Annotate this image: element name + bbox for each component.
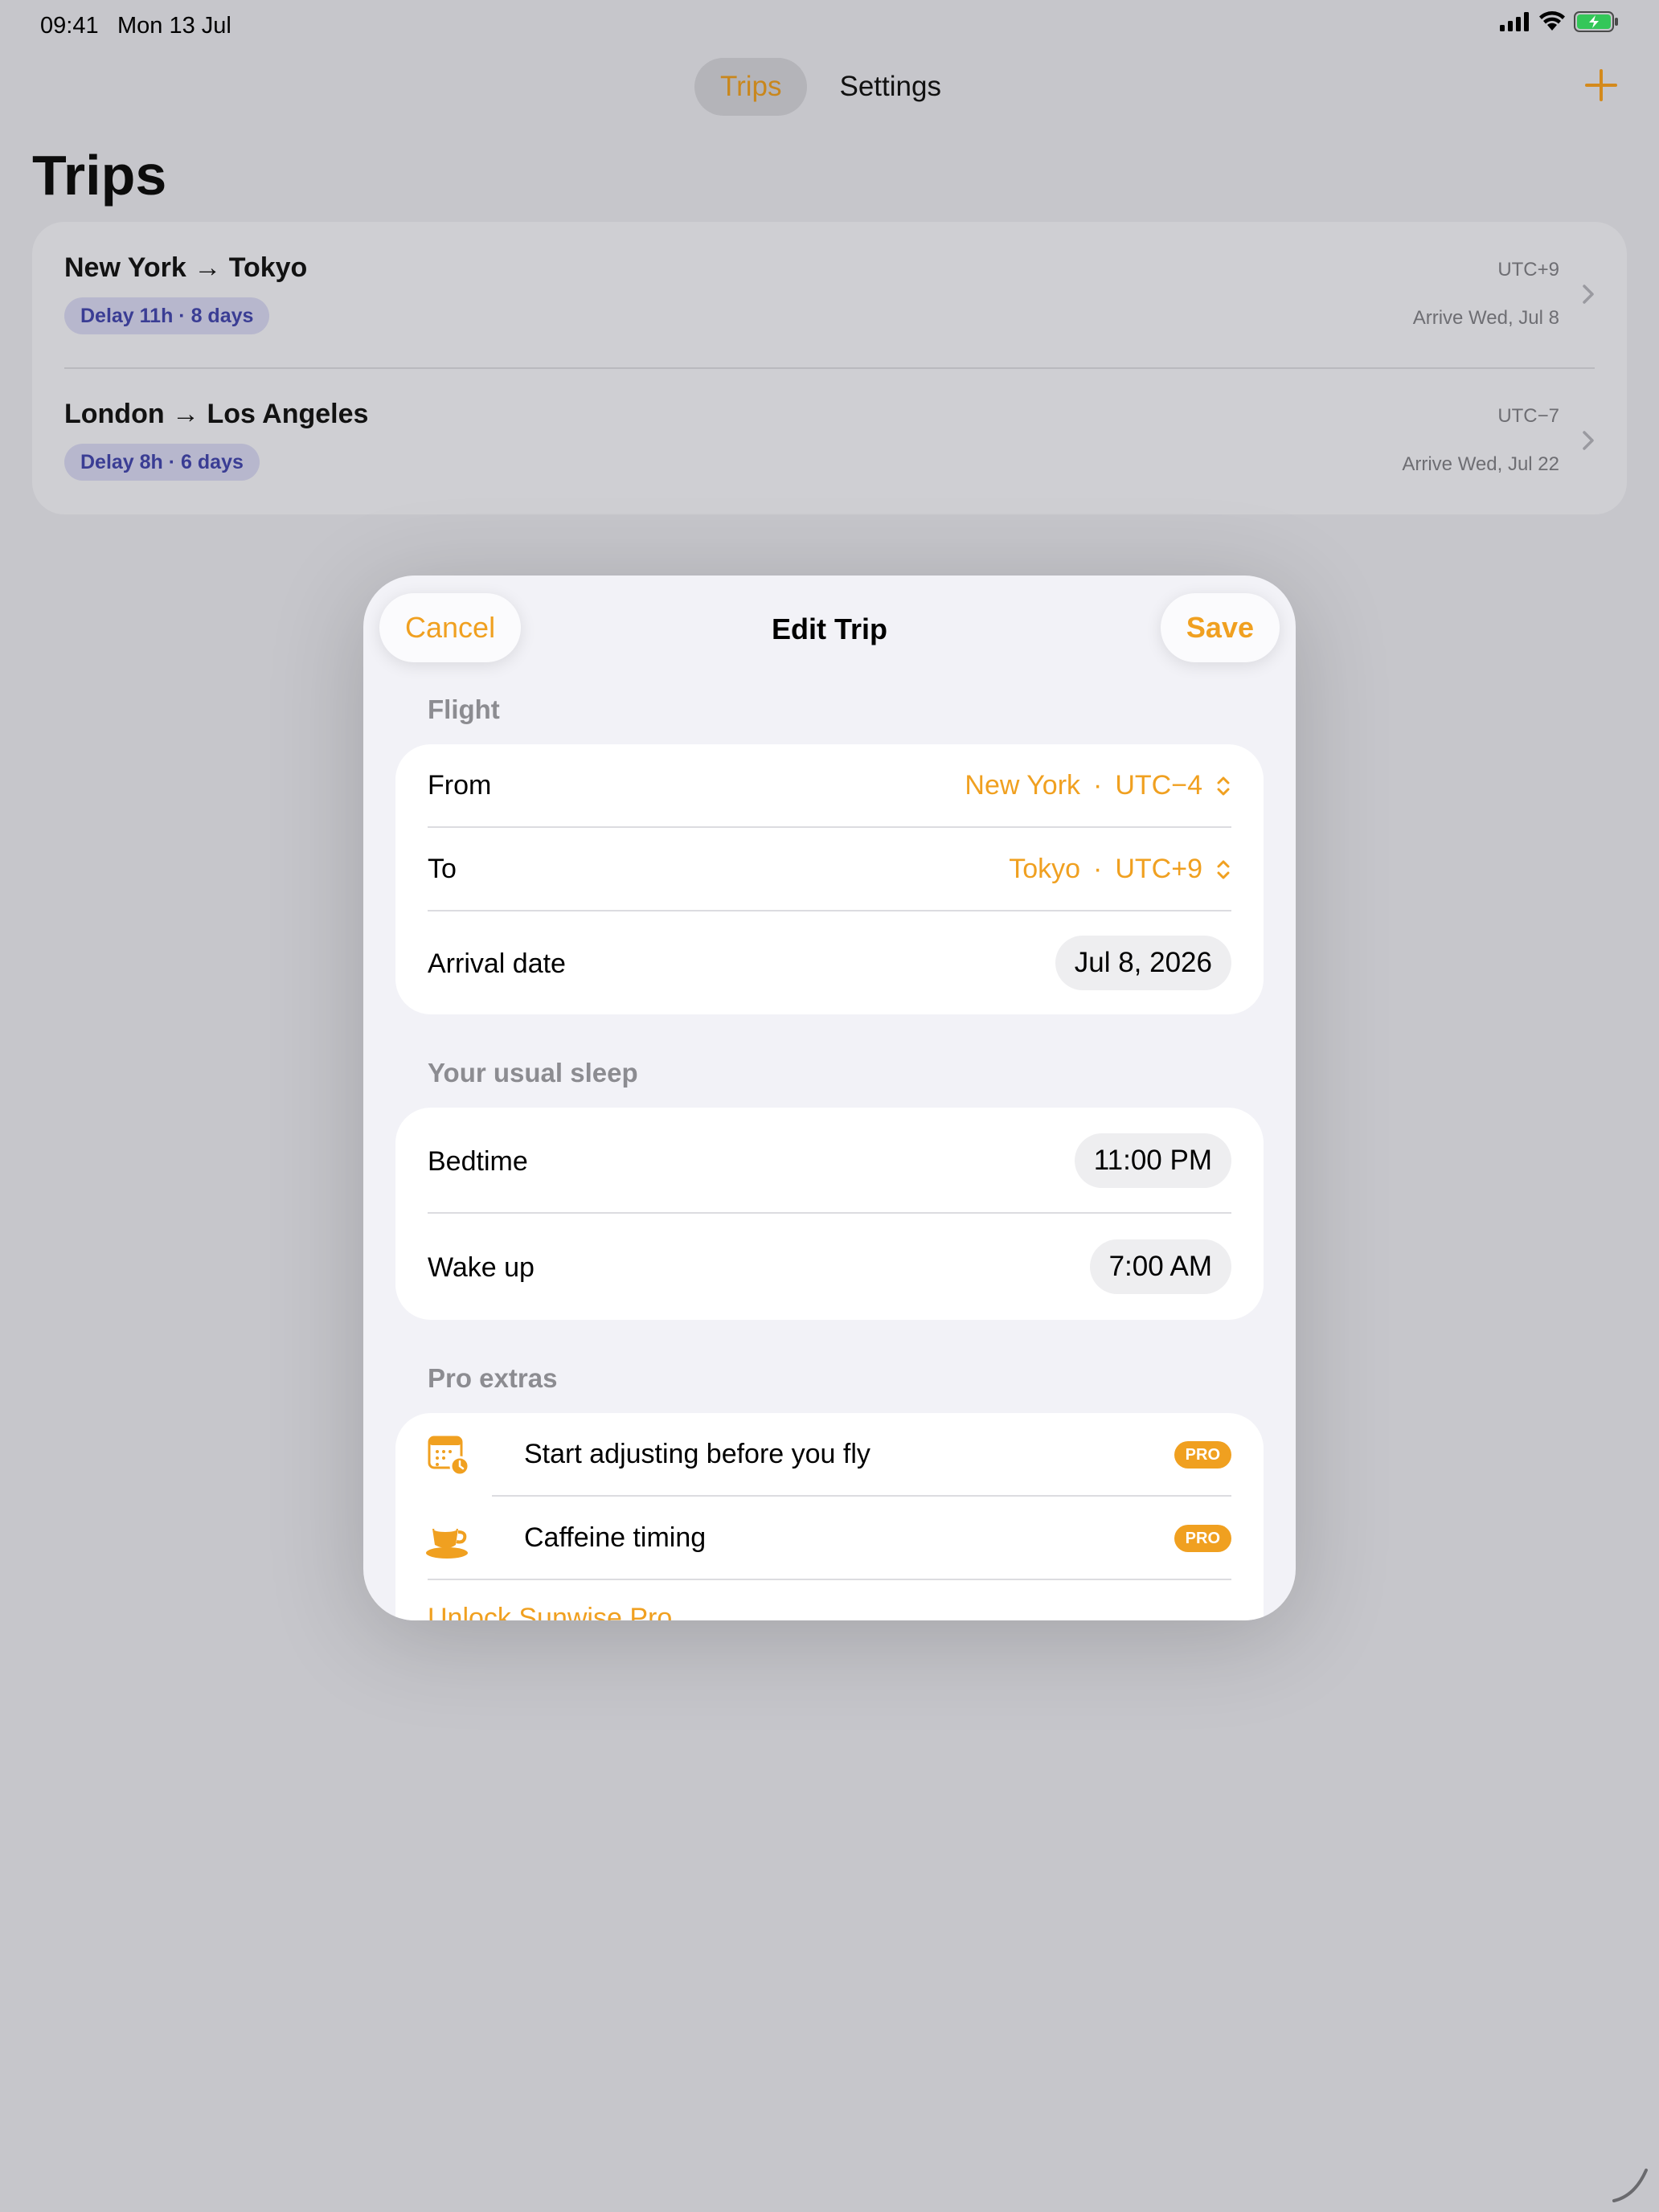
pencil-scribble-icon	[1612, 2169, 1648, 2202]
arrival-date-row: Arrival date Jul 8, 2026	[395, 911, 1264, 1014]
from-row[interactable]: From New York · UTC−4	[395, 744, 1264, 828]
trip-arrive: Arrive Wed, Jul 22	[1402, 453, 1559, 475]
pro-badge: PRO	[1174, 1525, 1231, 1552]
flight-card: From New York · UTC−4 To Tokyo · UTC+9 A…	[395, 744, 1264, 1014]
to-row[interactable]: To Tokyo · UTC+9	[395, 828, 1264, 911]
separator-dot: ·	[1093, 854, 1103, 884]
chevron-up-down-icon	[1217, 776, 1230, 795]
wake-up-row: Wake up 7:00 AM	[395, 1214, 1264, 1320]
trip-utc: UTC−7	[1497, 405, 1559, 427]
divider	[428, 1579, 1231, 1580]
status-bar: 09:41 Mon 13 Jul	[0, 0, 1659, 51]
section-label-sleep: Your usual sleep	[428, 1058, 638, 1088]
section-label-pro: Pro extras	[428, 1363, 558, 1393]
pro-row-start-adjusting[interactable]: Start adjusting before you fly PRO	[395, 1413, 1264, 1497]
to-label: To	[428, 854, 457, 884]
sleep-card: Bedtime 11:00 PM Wake up 7:00 AM	[395, 1108, 1264, 1320]
status-date: Mon 13 Jul	[117, 13, 231, 39]
pro-row-caffeine[interactable]: Caffeine timing PRO	[395, 1497, 1264, 1580]
sheet-title: Edit Trip	[772, 612, 887, 645]
page-title: Trips	[32, 144, 167, 207]
tab-trips[interactable]: Trips	[694, 58, 808, 116]
to-city: Tokyo	[1009, 854, 1081, 884]
chevron-right-icon	[1583, 431, 1594, 450]
pro-card: Start adjusting before you fly PRO Caffe…	[395, 1413, 1264, 1620]
save-button[interactable]: Save	[1160, 593, 1280, 662]
to-utc: UTC+9	[1115, 854, 1202, 884]
bedtime-picker[interactable]: 11:00 PM	[1074, 1133, 1231, 1188]
unlock-pro-link[interactable]: Unlock Sunwise Pro	[428, 1603, 672, 1620]
wake-up-picker[interactable]: 7:00 AM	[1089, 1239, 1231, 1294]
wifi-icon	[1539, 11, 1565, 31]
bedtime-label: Bedtime	[428, 1146, 528, 1177]
tab-settings[interactable]: Settings	[813, 58, 966, 116]
top-tab-bar: Trips Settings	[694, 58, 967, 116]
from-city: New York	[965, 770, 1081, 801]
trip-row[interactable]: London → Los Angeles Delay 8h · 6 days U…	[32, 368, 1627, 514]
chevron-up-down-icon	[1217, 860, 1230, 879]
chevron-right-icon	[1583, 285, 1594, 304]
trip-delay-badge: Delay 8h · 6 days	[64, 444, 260, 481]
edit-trip-sheet: Cancel Edit Trip Save Flight From New Yo…	[363, 576, 1296, 1620]
trip-utc: UTC+9	[1497, 259, 1559, 281]
cellular-signal-icon	[1500, 12, 1529, 31]
bedtime-row: Bedtime 11:00 PM	[395, 1108, 1264, 1214]
from-label: From	[428, 770, 492, 801]
calendar-clock-icon	[428, 1436, 470, 1477]
arrival-date-label: Arrival date	[428, 948, 566, 979]
arrival-date-picker[interactable]: Jul 8, 2026	[1055, 936, 1231, 990]
add-trip-button[interactable]	[1579, 63, 1624, 108]
status-icons	[1500, 11, 1619, 32]
to-picker[interactable]: Tokyo · UTC+9	[1009, 854, 1231, 885]
from-utc: UTC−4	[1115, 770, 1202, 801]
pro-badge: PRO	[1174, 1441, 1231, 1469]
from-picker[interactable]: New York · UTC−4	[965, 770, 1231, 801]
wake-up-label: Wake up	[428, 1252, 535, 1283]
trip-row[interactable]: New York → Tokyo Delay 11h · 8 days UTC+…	[32, 222, 1627, 369]
trip-list: New York → Tokyo Delay 11h · 8 days UTC+…	[32, 222, 1627, 514]
sheet-header: Cancel Edit Trip Save	[363, 576, 1296, 688]
trip-delay-badge: Delay 11h · 8 days	[64, 297, 270, 334]
separator-dot: ·	[1093, 770, 1103, 801]
pro-item-label: Caffeine timing	[524, 1522, 707, 1553]
trip-arrive: Arrive Wed, Jul 8	[1412, 307, 1559, 329]
section-label-flight: Flight	[428, 694, 500, 724]
pro-item-label: Start adjusting before you fly	[524, 1439, 870, 1469]
trip-route: London → Los Angeles	[64, 399, 369, 429]
battery-charging-icon	[1574, 11, 1618, 32]
coffee-cup-icon	[426, 1527, 468, 1559]
status-time: 09:41	[40, 13, 99, 39]
trip-route: New York → Tokyo	[64, 252, 308, 283]
